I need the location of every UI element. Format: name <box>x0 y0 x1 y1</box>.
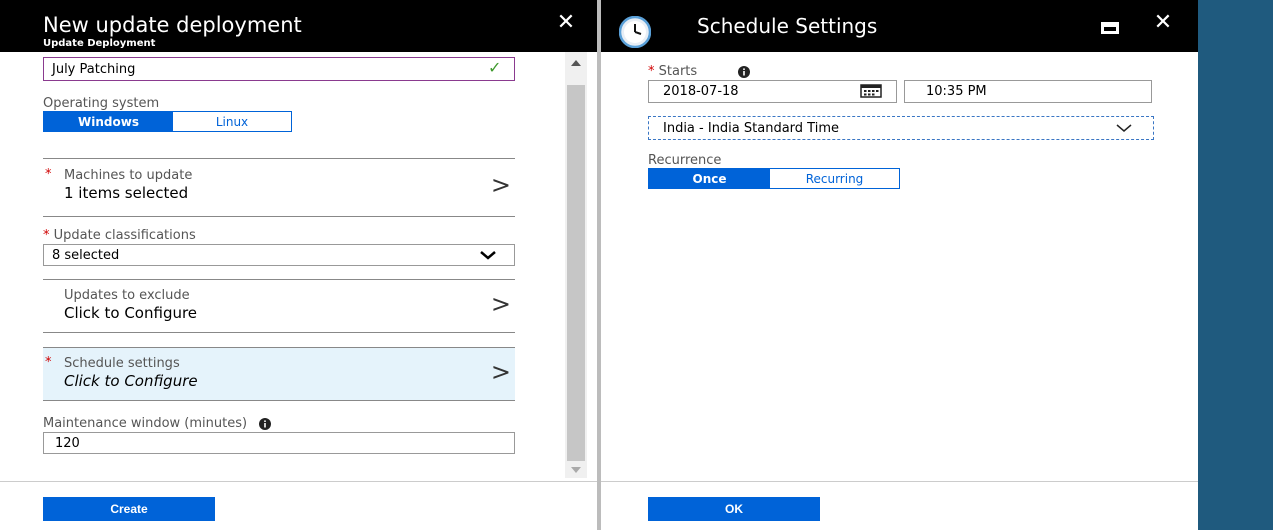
update-classifications-label: * Update classifications <box>43 228 196 243</box>
time-zone-select[interactable]: India - India Standard Time <box>648 116 1154 140</box>
left-blade-subtitle: Update Deployment <box>43 38 156 49</box>
row-separator <box>43 332 515 333</box>
chevron-down-icon <box>480 251 496 260</box>
update-classifications-value: 8 selected <box>52 247 120 263</box>
schedule-settings-value: Click to Configure <box>64 372 198 390</box>
footer-separator <box>601 481 1198 482</box>
right-blade-title: Schedule Settings <box>697 14 878 38</box>
info-icon[interactable] <box>738 66 750 78</box>
chevron-down-icon <box>1116 124 1132 132</box>
recurrence-toggle: Once Recurring <box>648 168 900 189</box>
required-marker: * <box>45 167 52 182</box>
maximize-icon[interactable] <box>1101 22 1119 34</box>
recurrence-label: Recurrence <box>648 153 722 168</box>
chevron-right-icon: > <box>490 290 511 318</box>
operating-system-toggle: Windows Linux <box>43 111 292 132</box>
os-option-windows[interactable]: Windows <box>44 112 173 131</box>
updates-to-exclude-label: Updates to exclude <box>64 288 190 303</box>
chevron-right-icon: > <box>490 171 511 199</box>
start-time-value: 10:35 PM <box>926 84 987 99</box>
scroll-down-arrow-icon[interactable] <box>571 467 581 473</box>
portal-background-strip <box>1198 0 1273 530</box>
start-time-input[interactable]: 10:35 PM <box>904 80 1152 103</box>
footer-separator <box>0 481 597 482</box>
info-icon[interactable] <box>259 417 272 430</box>
required-marker: * <box>43 228 50 243</box>
name-input[interactable]: July Patching <box>43 57 515 81</box>
scroll-up-arrow-icon[interactable] <box>571 60 581 66</box>
updates-to-exclude-row[interactable]: Updates to exclude Click to Configure > <box>43 280 515 332</box>
machines-to-update-label: Machines to update <box>64 168 193 183</box>
required-marker: * <box>648 64 655 79</box>
row-separator <box>43 216 515 217</box>
clock-icon <box>619 16 651 48</box>
start-date-value: 2018-07-18 <box>663 84 739 99</box>
schedule-settings-row[interactable]: * Schedule settings Click to Configure > <box>43 347 515 401</box>
machines-to-update-value: 1 items selected <box>64 184 189 202</box>
checkmark-icon: ✓ <box>488 58 502 77</box>
schedule-settings-label: Schedule settings <box>64 356 180 371</box>
operating-system-label: Operating system <box>43 96 160 111</box>
recurrence-option-recurring[interactable]: Recurring <box>770 169 899 188</box>
starts-label: * Starts <box>648 64 698 79</box>
calendar-icon[interactable] <box>860 84 882 98</box>
maintenance-window-input[interactable]: 120 <box>43 432 515 454</box>
left-blade-title: New update deployment <box>43 13 302 37</box>
close-icon[interactable]: ✕ <box>1152 12 1174 34</box>
maintenance-window-value: 120 <box>55 435 80 451</box>
name-input-value: July Patching <box>52 61 136 77</box>
time-zone-value: India - India Standard Time <box>663 120 839 136</box>
required-marker: * <box>45 355 52 370</box>
recurrence-option-once[interactable]: Once <box>649 169 770 188</box>
updates-to-exclude-value: Click to Configure <box>64 304 198 322</box>
ok-button[interactable]: OK <box>648 497 820 521</box>
create-button[interactable]: Create <box>43 497 215 521</box>
scrollbar-thumb[interactable] <box>567 85 585 461</box>
chevron-right-icon: > <box>490 358 511 386</box>
os-option-linux[interactable]: Linux <box>173 112 291 131</box>
close-icon[interactable]: ✕ <box>555 12 577 34</box>
update-classifications-select[interactable]: 8 selected <box>43 244 515 266</box>
machines-to-update-row[interactable]: * Machines to update 1 items selected > <box>43 159 515 216</box>
maintenance-window-label: Maintenance window (minutes) <box>43 416 272 431</box>
